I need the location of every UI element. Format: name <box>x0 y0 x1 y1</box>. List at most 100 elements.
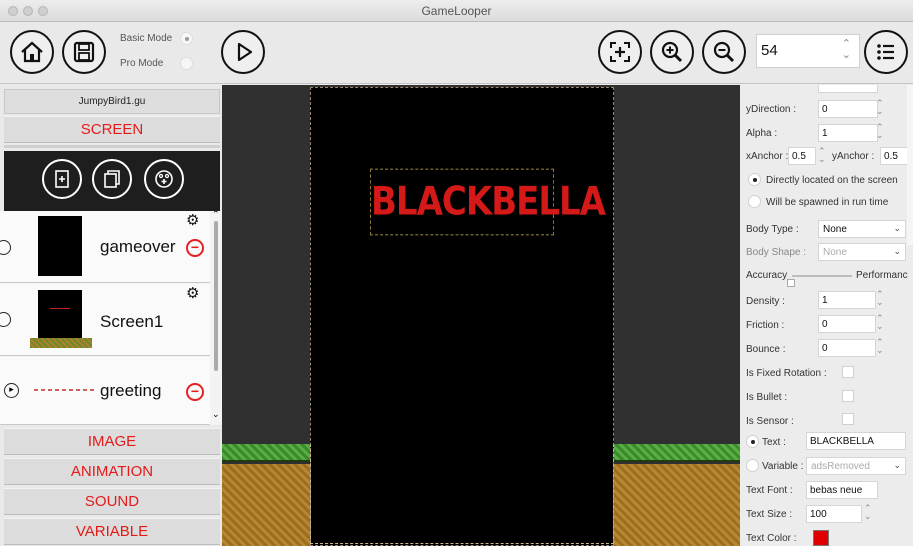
screen-name: greeting <box>100 381 162 400</box>
expand-play-icon[interactable]: ▸ <box>4 383 19 398</box>
chevron-down-icon: ⌄ <box>893 246 901 256</box>
zoom-stepper[interactable]: ⌃ ⌄ <box>842 39 851 61</box>
screen-select-radio[interactable] <box>0 312 11 327</box>
body-shape-label: Body Shape : <box>746 247 807 258</box>
alpha-stepper[interactable]: ⌃ ⌄ <box>876 123 884 140</box>
chevron-down-icon: ⌄ <box>893 460 901 470</box>
pro-mode-radio[interactable] <box>180 57 193 70</box>
properties-panel: yDirection : 0 ⌃ ⌄ Alpha : 1 ⌃ ⌄ xAnchor :… <box>740 85 913 546</box>
screen-thumbnail <box>38 290 82 338</box>
body-type-select[interactable]: None ⌄ <box>818 220 906 238</box>
zoom-in-button[interactable] <box>650 30 694 74</box>
add-sprite-icon <box>155 170 173 188</box>
screen-list-scrollbar[interactable]: ⌃ ⌄ <box>212 211 220 419</box>
alpha-label: Alpha : <box>746 128 778 139</box>
properties-scrollbar[interactable] <box>907 85 913 245</box>
fixed-rotation-label: Is Fixed Rotation : <box>746 368 827 379</box>
spawned-runtime-label: Will be spawned in run time <box>766 197 889 208</box>
ydirection-stepper[interactable]: ⌃ ⌄ <box>876 99 884 116</box>
zoom-out-button[interactable] <box>702 30 746 74</box>
scrollbar-thumb[interactable] <box>214 221 218 371</box>
slider-knob[interactable] <box>787 279 795 287</box>
menu-button[interactable] <box>864 30 908 74</box>
spawned-runtime-radio[interactable] <box>748 195 761 208</box>
remove-screen-button[interactable]: − <box>186 239 204 257</box>
animation-section-header[interactable]: ANIMATION <box>4 458 220 485</box>
title-bar: GameLooper <box>0 0 913 22</box>
project-file-name: JumpyBird1.gu <box>4 89 220 114</box>
screen-item-screen1[interactable]: Screen1 ⚙ <box>0 284 210 356</box>
density-label: Density : <box>746 296 785 307</box>
play-button[interactable] <box>221 30 265 74</box>
add-screen-button[interactable] <box>42 159 82 199</box>
zoom-level-value: 54 <box>761 42 778 59</box>
screen-name: gameover <box>100 237 176 256</box>
duplicate-icon <box>104 170 120 188</box>
bounce-input[interactable]: 0 <box>818 339 876 357</box>
image-section-header[interactable]: IMAGE <box>4 428 220 455</box>
text-size-label: Text Size : <box>746 509 793 520</box>
screen-select-radio[interactable] <box>0 240 11 255</box>
variable-label: Variable : <box>762 461 804 472</box>
settings-gear-icon[interactable]: ⚙ <box>186 286 202 302</box>
density-input[interactable]: 1 <box>818 291 876 309</box>
sound-section-header[interactable]: SOUND <box>4 488 220 515</box>
scroll-down-icon[interactable]: ⌄ <box>212 409 220 420</box>
fixed-rotation-checkbox[interactable] <box>842 366 854 378</box>
sensor-checkbox[interactable] <box>842 413 854 425</box>
cut-off-field[interactable] <box>818 85 878 93</box>
variable-section-header[interactable]: VARIABLE <box>4 518 220 545</box>
variable-select[interactable]: adsRemoved ⌄ <box>806 457 906 475</box>
accuracy-label: Accuracy <box>746 270 788 281</box>
xanchor-stepper[interactable]: ⌃ ⌄ <box>818 147 826 164</box>
screen-item-gameover[interactable]: gameover ⚙ − <box>0 211 210 283</box>
bullet-checkbox[interactable] <box>842 390 854 402</box>
accuracy-performance-slider[interactable] <box>792 275 852 277</box>
xanchor-label: xAnchor : <box>746 151 789 162</box>
yanchor-input[interactable]: 0.5 <box>880 147 910 165</box>
ydirection-input[interactable]: 0 <box>818 100 878 118</box>
variable-source-radio[interactable] <box>746 459 759 472</box>
bounce-stepper[interactable]: ⌃ ⌄ <box>876 338 884 355</box>
alpha-input[interactable]: 1 <box>818 124 878 142</box>
add-object-button[interactable] <box>144 159 184 199</box>
text-size-stepper[interactable]: ⌃ ⌄ <box>864 504 872 521</box>
text-size-input[interactable]: 100 <box>806 505 862 523</box>
body-shape-value: None <box>823 247 847 258</box>
scroll-up-icon[interactable]: ⌃ <box>212 211 220 220</box>
fit-screen-button[interactable] <box>598 30 642 74</box>
text-object-blackbella[interactable]: BLACKBELLA <box>370 168 606 236</box>
screen-list: gameover ⚙ − Screen1 ⚙ ▸ greeting − ⌃ ⌄ <box>0 211 222 425</box>
sensor-label: Is Sensor : <box>746 416 794 427</box>
floppy-disk-icon <box>73 41 95 63</box>
basic-mode-label: Basic Mode <box>120 33 173 44</box>
thumbnail-ground <box>30 338 92 348</box>
text-color-swatch[interactable] <box>813 530 829 546</box>
body-shape-select[interactable]: None ⌄ <box>818 243 906 261</box>
located-on-screen-radio[interactable] <box>748 173 761 186</box>
settings-gear-icon[interactable]: ⚙ <box>186 213 202 229</box>
friction-input[interactable]: 0 <box>818 315 876 333</box>
screen-item-greeting[interactable]: ▸ greeting − <box>0 357 210 425</box>
screen-section-header[interactable]: SCREEN <box>4 116 220 143</box>
text-font-label: Text Font : <box>746 485 793 496</box>
save-button[interactable] <box>62 30 106 74</box>
home-button[interactable] <box>10 30 54 74</box>
friction-stepper[interactable]: ⌃ ⌄ <box>876 314 884 331</box>
remove-screen-button[interactable]: − <box>186 383 204 401</box>
basic-mode-radio[interactable] <box>180 32 193 45</box>
text-source-radio[interactable] <box>746 435 759 448</box>
chevron-down-icon: ⌄ <box>893 223 901 233</box>
duplicate-screen-button[interactable] <box>92 159 132 199</box>
text-label: Text : <box>762 437 786 448</box>
zoom-level-input[interactable]: 54 ⌃ ⌄ <box>756 34 860 68</box>
performance-label: Performanc <box>856 270 908 281</box>
zoom-in-icon <box>661 41 683 63</box>
xanchor-input[interactable]: 0.5 <box>788 147 816 165</box>
density-stepper[interactable]: ⌃ ⌄ <box>876 290 884 307</box>
text-input[interactable]: BLACKBELLA <box>806 432 906 450</box>
play-icon <box>237 42 253 62</box>
scene-canvas[interactable]: BLACKBELLA <box>222 85 740 546</box>
text-font-input[interactable]: bebas neue <box>806 481 878 499</box>
body-type-value: None <box>823 224 847 235</box>
